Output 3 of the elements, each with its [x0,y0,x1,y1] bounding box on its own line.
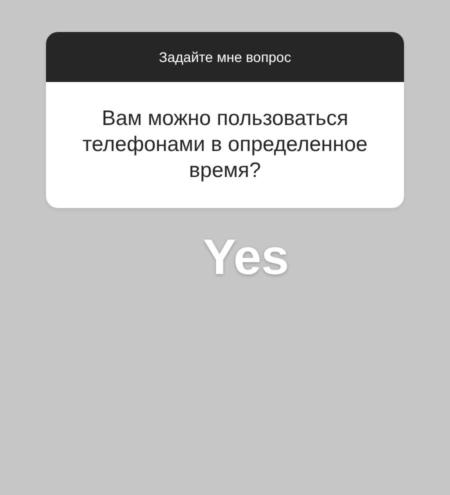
sticker-title: Задайте мне вопрос [158,48,292,67]
answer-text: Yes [202,230,290,285]
question-text: Вам можно пользоваться телефонами в определенное время? [81,106,369,184]
